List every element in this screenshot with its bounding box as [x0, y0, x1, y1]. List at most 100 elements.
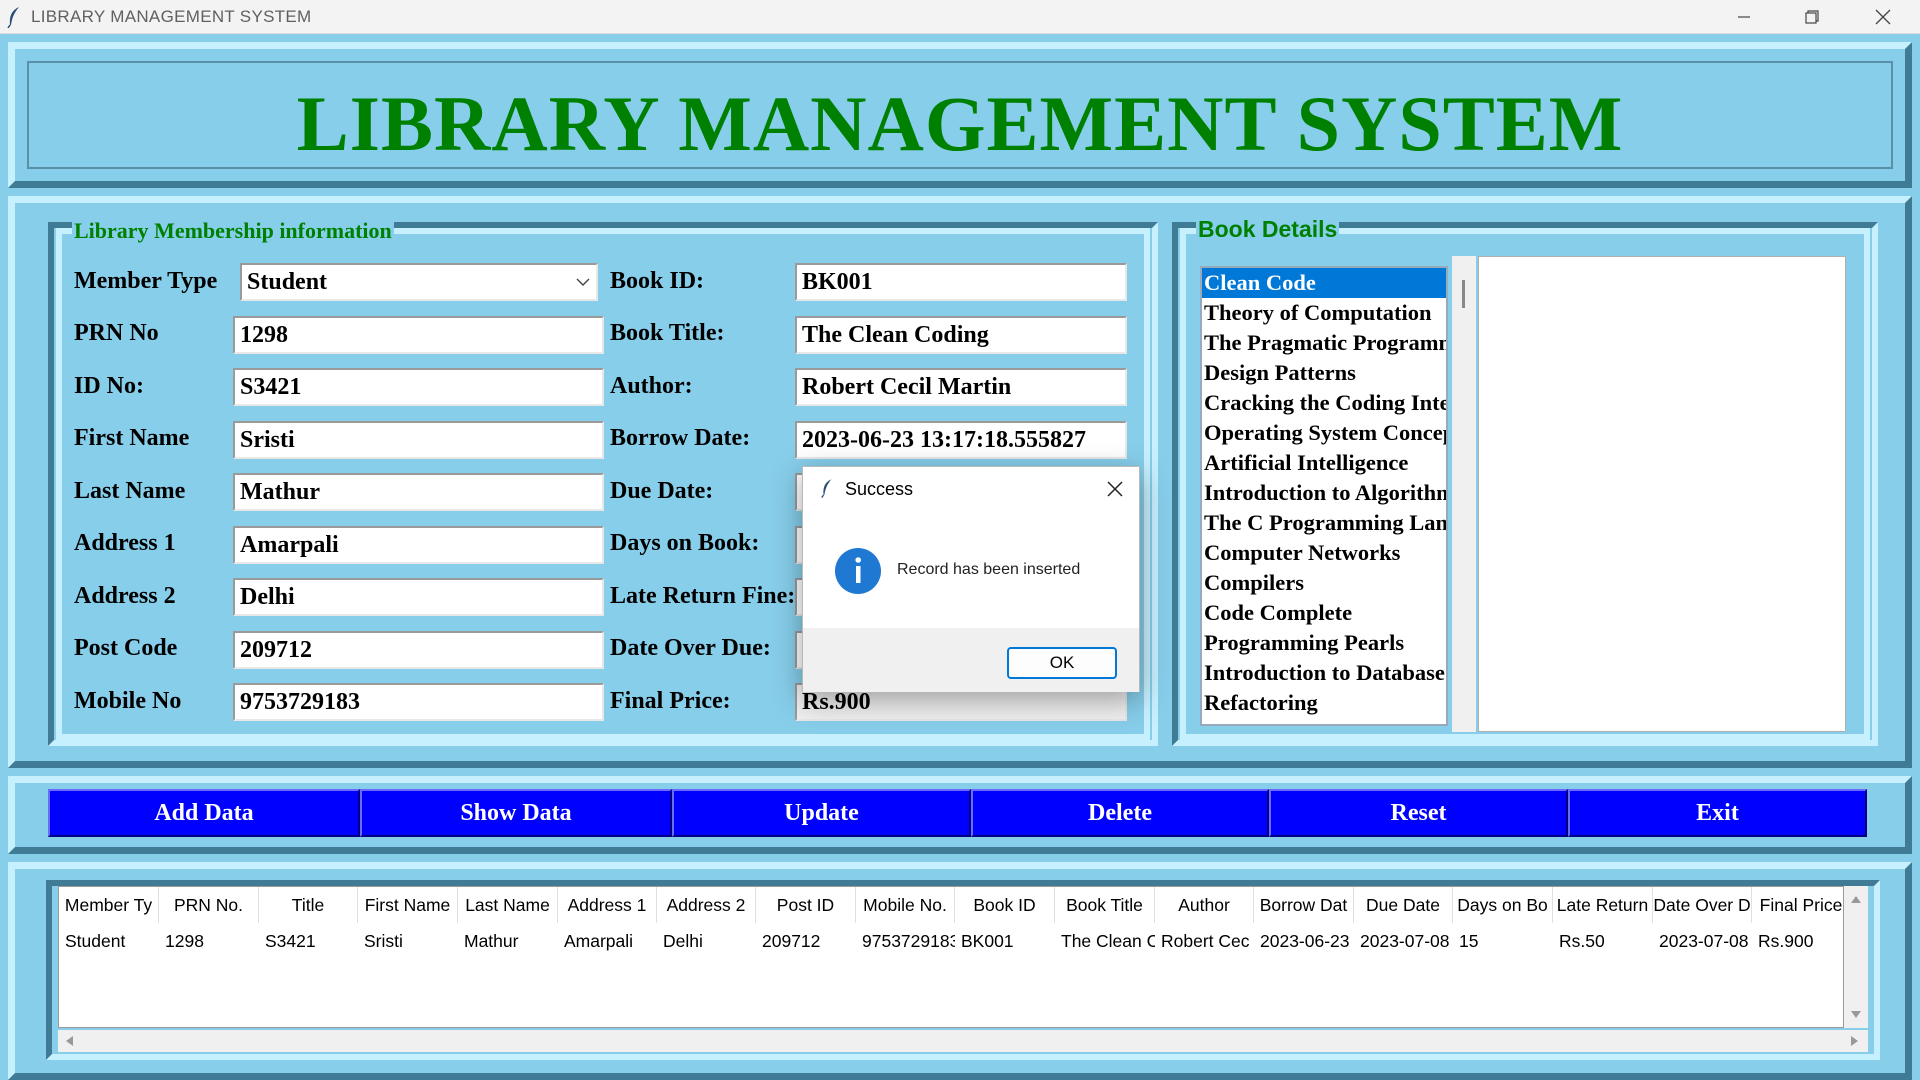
prn-field[interactable]: 1298 — [233, 316, 604, 354]
table-cell: 209712 — [762, 931, 821, 951]
app-title: LIBRARY MANAGEMENT SYSTEM — [296, 80, 1624, 167]
table-cell: Rs.900 — [1758, 931, 1814, 951]
post-code-label: Post Code — [74, 635, 178, 661]
scroll-right-icon[interactable] — [1850, 1035, 1860, 1047]
table-cell: 1298 — [165, 931, 204, 951]
address1-field[interactable]: Amarpali — [233, 526, 604, 564]
last-name-field[interactable]: Mathur — [233, 473, 604, 511]
header-frame: LIBRARY MANAGEMENT SYSTEM — [8, 42, 1912, 188]
table-cell: 2023-07-08 — [1360, 931, 1450, 951]
mobile-label: Mobile No — [74, 688, 182, 714]
book-list-item[interactable]: Theory of Computation — [1202, 298, 1446, 328]
borrow-date-label: Borrow Date: — [610, 425, 751, 451]
book-list-item[interactable]: Computer Networks — [1202, 538, 1446, 568]
restore-icon — [1805, 10, 1819, 24]
membership-legend: Library Membership information — [72, 218, 394, 244]
book-list-item[interactable]: Introduction to Database Systems — [1202, 658, 1446, 688]
last-name-label: Last Name — [74, 478, 186, 504]
table-cell: Rs.50 — [1559, 931, 1605, 951]
scrollbar-thumb[interactable] — [1462, 280, 1465, 308]
table-cell: Amarpali — [564, 931, 634, 951]
book-list-scrollbar[interactable] — [1452, 256, 1476, 732]
close-icon — [1875, 9, 1891, 25]
minimize-icon — [1738, 16, 1750, 18]
member-type-label: Member Type — [74, 268, 218, 294]
book-list-item[interactable]: Programming Pearls — [1202, 628, 1446, 658]
book-list-item[interactable]: Clean Code — [1202, 268, 1446, 298]
window-titlebar: LIBRARY MANAGEMENT SYSTEM — [0, 0, 1920, 34]
prn-label: PRN No — [74, 320, 159, 346]
table-cell: The Clean C — [1061, 931, 1155, 951]
delete-button[interactable]: Delete — [971, 789, 1269, 837]
exit-button[interactable]: Exit — [1568, 789, 1867, 837]
book-list-item[interactable]: Code Complete — [1202, 598, 1446, 628]
author-field[interactable]: Robert Cecil Martin — [795, 368, 1127, 406]
mobile-field[interactable]: 9753729183 — [233, 683, 604, 721]
feather-icon — [7, 7, 19, 28]
feather-icon — [821, 479, 832, 498]
add-data-button[interactable]: Add Data — [48, 789, 360, 837]
book-id-label: Book ID: — [610, 268, 705, 294]
book-details-text[interactable] — [1478, 256, 1846, 732]
book-list-item[interactable]: The Pragmatic Programmer — [1202, 328, 1446, 358]
address2-field[interactable]: Delhi — [233, 578, 604, 616]
first-name-field[interactable]: Sristi — [233, 421, 604, 459]
borrow-date-field[interactable]: 2023-06-23 13:17:18.555827 — [795, 421, 1127, 459]
book-details-legend: Book Details — [1196, 216, 1340, 243]
close-icon — [1107, 481, 1123, 497]
post-code-field[interactable]: 209712 — [233, 631, 604, 669]
table-vscrollbar[interactable] — [1844, 886, 1868, 1028]
table-cell: 2023-07-08 — [1659, 931, 1749, 951]
dialog-close-button[interactable] — [1103, 477, 1127, 501]
table-cell: BK001 — [961, 931, 1014, 951]
author-label: Author: — [610, 373, 693, 399]
chevron-down-icon — [576, 278, 590, 286]
table-hscrollbar[interactable] — [58, 1030, 1868, 1052]
days-on-book-label: Days on Book: — [610, 530, 760, 556]
book-title-field[interactable]: The Clean Coding — [795, 316, 1127, 354]
table-cell: 9753729183 — [862, 931, 955, 951]
book-list-item[interactable]: Cracking the Coding Interview — [1202, 388, 1446, 418]
id-field[interactable]: S3421 — [233, 368, 604, 406]
info-icon — [835, 548, 881, 594]
update-button[interactable]: Update — [672, 789, 971, 837]
address1-label: Address 1 — [74, 530, 176, 556]
book-list-item[interactable]: Artificial Intelligence — [1202, 448, 1446, 478]
first-name-label: First Name — [74, 425, 190, 451]
restore-button[interactable] — [1778, 0, 1846, 34]
table-cell: Robert Cec — [1161, 931, 1250, 951]
window-title: LIBRARY MANAGEMENT SYSTEM — [31, 7, 312, 26]
final-price-label: Final Price: — [610, 688, 731, 714]
book-list-item[interactable]: Operating System Concepts — [1202, 418, 1446, 448]
reset-button[interactable]: Reset — [1269, 789, 1568, 837]
member-type-select[interactable]: Student — [240, 263, 598, 301]
table-cell: Delhi — [663, 931, 703, 951]
book-list-item[interactable]: Design Patterns — [1202, 358, 1446, 388]
book-listbox[interactable]: Clean Code Theory of Computation The Pragm… — [1200, 266, 1448, 726]
table-cell: Sristi — [364, 931, 403, 951]
close-window-button[interactable] — [1849, 0, 1917, 34]
id-label: ID No: — [74, 373, 144, 399]
table-cell: 2023-06-23 — [1260, 931, 1350, 951]
scroll-down-icon[interactable] — [1850, 1010, 1862, 1020]
scroll-up-icon[interactable] — [1850, 894, 1862, 904]
book-title-label: Book Title: — [610, 320, 725, 346]
minimize-button[interactable] — [1710, 0, 1778, 34]
table-cell: Mathur — [464, 931, 519, 951]
book-list-item[interactable]: Compilers — [1202, 568, 1446, 598]
book-list-item[interactable]: Introduction to Algorithms — [1202, 478, 1446, 508]
dialog-message: Record has been inserted — [897, 561, 1081, 578]
address2-label: Address 2 — [74, 583, 176, 609]
book-id-field[interactable]: BK001 — [795, 263, 1127, 301]
scroll-left-icon[interactable] — [64, 1035, 74, 1047]
show-data-button[interactable]: Show Data — [360, 789, 672, 837]
table-cell: S3421 — [265, 931, 316, 951]
dialog-title: Success — [845, 479, 914, 499]
records-table[interactable]: Member Ty PRN No. Title First Name Last Name… — [58, 886, 1851, 1028]
book-list-item[interactable]: Refactoring — [1202, 688, 1446, 718]
table-cell: Student — [65, 931, 126, 951]
book-list-item[interactable]: The C Programming Language — [1202, 508, 1446, 538]
table-row[interactable]: Student 1298 S3421 Sristi Mathur Amarpali Delh… — [59, 887, 1843, 967]
success-dialog: Success Record has been inserted OK — [802, 466, 1140, 692]
ok-button[interactable]: OK — [1007, 647, 1117, 679]
